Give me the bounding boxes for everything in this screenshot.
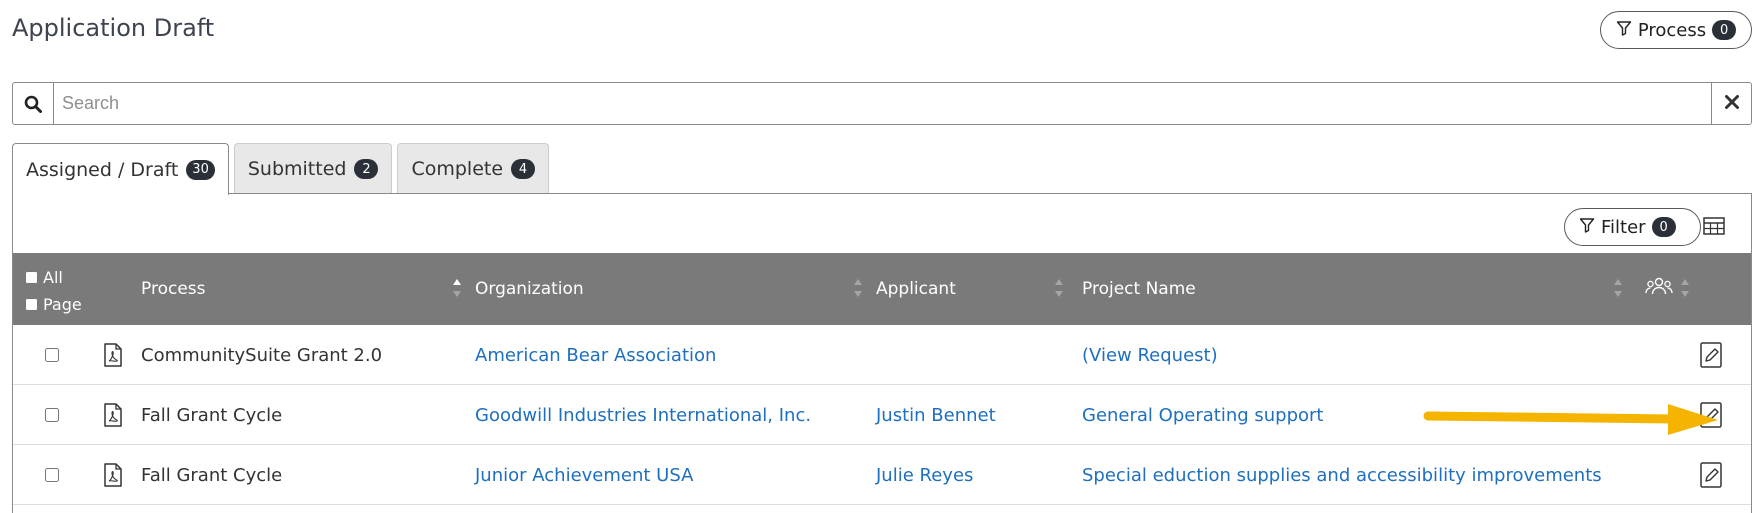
project-name-link[interactable]: Special eduction supplies and accessibil… bbox=[1082, 445, 1602, 505]
column-header-project-name[interactable]: Project Name bbox=[1082, 253, 1196, 325]
page-title: Application Draft bbox=[12, 14, 215, 42]
column-header-label: Process bbox=[141, 279, 206, 299]
column-header-label: Organization bbox=[475, 279, 584, 299]
filter-button[interactable]: Filter 0 bbox=[1564, 208, 1701, 246]
column-header-label: Project Name bbox=[1082, 279, 1196, 299]
process-cell: CommunitySuite Grant 2.0 bbox=[141, 344, 383, 366]
edit-document-icon[interactable] bbox=[1700, 445, 1722, 505]
sort-ascending-icon[interactable] bbox=[452, 277, 462, 299]
organization-link[interactable]: Goodwill Industries International, Inc. bbox=[475, 385, 811, 445]
clear-search-button[interactable] bbox=[1711, 83, 1751, 124]
filter-icon bbox=[1579, 217, 1595, 238]
tab-label: Submitted bbox=[247, 158, 347, 180]
edit-document-icon[interactable] bbox=[1700, 385, 1722, 445]
tab-label: Assigned / Draft bbox=[26, 158, 179, 181]
column-header-organization[interactable]: Organization bbox=[475, 253, 584, 325]
search-icon[interactable] bbox=[13, 83, 54, 124]
applicant-link[interactable]: Justin Bennet bbox=[876, 385, 996, 445]
results-panel: Filter 0 All Page Process Organization A… bbox=[12, 193, 1752, 513]
process-cell: Fall Grant Cycle bbox=[141, 464, 283, 486]
tab-bar: Assigned / Draft 30 Submitted 2 Complete… bbox=[12, 143, 550, 195]
row-checkbox[interactable] bbox=[45, 408, 59, 422]
select-page[interactable]: Page bbox=[25, 295, 82, 314]
process-cell: Fall Grant Cycle bbox=[141, 404, 283, 426]
row-checkbox[interactable] bbox=[45, 348, 59, 362]
tab-count-badge: 2 bbox=[354, 159, 379, 179]
search-bar bbox=[12, 82, 1752, 125]
tab-count-badge: 30 bbox=[186, 159, 215, 180]
search-input[interactable] bbox=[54, 83, 1711, 124]
tab-label: Complete bbox=[411, 158, 504, 180]
table-header: All Page Process Organization Applicant … bbox=[13, 253, 1751, 325]
row-checkbox[interactable] bbox=[45, 468, 59, 482]
sort-icon[interactable] bbox=[1613, 277, 1623, 299]
process-count-badge: 0 bbox=[1712, 20, 1737, 40]
column-header-applicant[interactable]: Applicant bbox=[876, 253, 956, 325]
column-header-label: Applicant bbox=[876, 279, 956, 299]
process-filter-button[interactable]: Process 0 bbox=[1600, 11, 1752, 49]
users-icon bbox=[1645, 277, 1673, 295]
table-columns-icon[interactable] bbox=[1703, 217, 1725, 239]
table-row: Fall Grant Cycle Goodwill Industries Int… bbox=[13, 385, 1751, 445]
applicant-link[interactable]: Julie Reyes bbox=[876, 445, 973, 505]
table-row: Fall Grant Cycle Junior Achievement USA … bbox=[13, 445, 1751, 505]
tab-count-badge: 4 bbox=[511, 159, 536, 179]
process-button-label: Process bbox=[1637, 19, 1707, 41]
tab-submitted[interactable]: Submitted 2 bbox=[233, 143, 393, 194]
project-name-link[interactable]: General Operating support bbox=[1082, 385, 1323, 445]
pdf-file-icon[interactable] bbox=[103, 385, 123, 445]
filter-icon bbox=[1616, 20, 1632, 41]
sort-icon[interactable] bbox=[853, 277, 863, 299]
select-all[interactable]: All bbox=[25, 268, 63, 287]
sort-icon[interactable] bbox=[1054, 277, 1064, 299]
table-row: CommunitySuite Grant 2.0 American Bear A… bbox=[13, 325, 1751, 385]
pdf-file-icon[interactable] bbox=[103, 325, 123, 385]
edit-document-icon[interactable] bbox=[1700, 325, 1722, 385]
select-all-checkbox[interactable] bbox=[25, 271, 38, 284]
sort-icon[interactable] bbox=[1680, 277, 1690, 299]
project-name-link[interactable]: (View Request) bbox=[1082, 325, 1218, 385]
pdf-file-icon[interactable] bbox=[103, 445, 123, 505]
tab-complete[interactable]: Complete 4 bbox=[397, 143, 550, 194]
organization-link[interactable]: American Bear Association bbox=[475, 325, 716, 385]
select-page-label: Page bbox=[43, 295, 82, 314]
select-page-checkbox[interactable] bbox=[25, 298, 38, 311]
close-icon bbox=[1724, 94, 1740, 114]
filter-count-badge: 0 bbox=[1651, 217, 1676, 237]
filter-button-label: Filter bbox=[1601, 216, 1646, 238]
select-all-label: All bbox=[43, 268, 63, 287]
column-header-process[interactable]: Process bbox=[141, 253, 206, 325]
tab-assigned-draft[interactable]: Assigned / Draft 30 bbox=[12, 143, 229, 195]
organization-link[interactable]: Junior Achievement USA bbox=[475, 445, 693, 505]
